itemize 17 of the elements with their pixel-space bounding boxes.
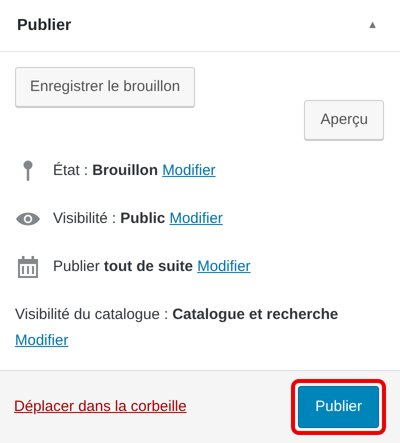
save-draft-button[interactable]: Enregistrer le brouillon bbox=[15, 67, 196, 107]
trash-link[interactable]: Déplacer dans la corbeille bbox=[14, 396, 187, 418]
pin-icon bbox=[23, 160, 33, 182]
eye-icon bbox=[16, 212, 40, 226]
modify-link[interactable]: Modifier bbox=[197, 258, 251, 275]
calendar-icon bbox=[18, 256, 38, 278]
modify-link[interactable]: Modifier bbox=[169, 210, 223, 227]
preview-button[interactable]: Aperçu bbox=[304, 100, 384, 140]
collapse-toggle[interactable]: ▲ bbox=[367, 17, 378, 34]
setting-text: État : Brouillon Modifier bbox=[53, 161, 216, 181]
setting-text: Visibilité du catalogue : Catalogue et recherche Modifier bbox=[15, 305, 340, 351]
publish-button[interactable]: Publier bbox=[298, 386, 379, 428]
setting-text: Publier tout de suite Modifier bbox=[53, 257, 251, 277]
modify-link[interactable]: Modifier bbox=[162, 162, 216, 179]
panel-title: Publier bbox=[17, 16, 72, 36]
setting-text: Visibilité : Public Modifier bbox=[53, 209, 223, 229]
modify-link[interactable]: Modifier bbox=[15, 332, 68, 349]
